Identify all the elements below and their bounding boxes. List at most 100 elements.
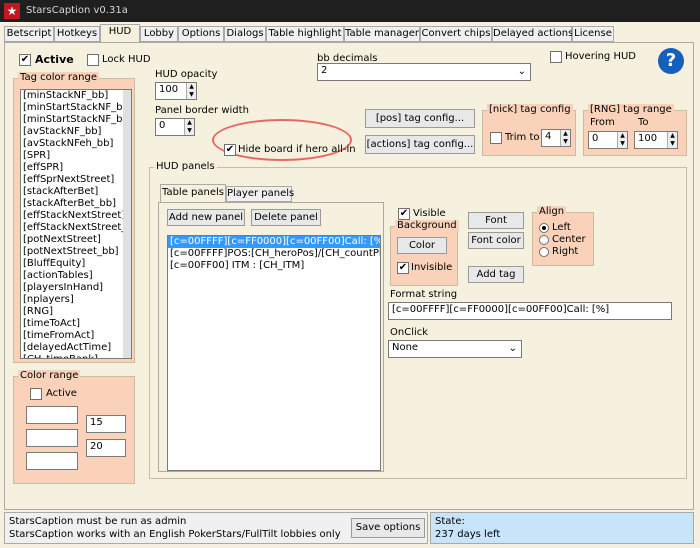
color-swatch-1[interactable] [26, 406, 78, 424]
hud-opacity-spinner-icon[interactable]: ▲ ▼ [186, 83, 196, 99]
rng-to-label: To [638, 117, 649, 128]
align-left-label: Left [552, 222, 571, 233]
bb-decimals-select[interactable]: 2 ⌄ [317, 63, 531, 81]
align-center-label: Center [552, 234, 586, 245]
tag-list-item[interactable]: [stackAfterBet_bb] [21, 198, 131, 210]
tab-table-highlight[interactable]: Table highlight [266, 26, 344, 42]
invisible-checkbox[interactable]: ✔ [397, 262, 409, 274]
rng-from-label: From [590, 117, 615, 128]
tag-list-item[interactable]: [playersInHand] [21, 282, 131, 294]
active-label: Active [35, 53, 74, 66]
tag-list-scrollbar[interactable] [123, 90, 131, 358]
tab-betscript[interactable]: Betscript [4, 26, 54, 42]
nick-tag-config-label: [nick] tag config [487, 104, 573, 115]
delete-panel-button[interactable]: Delete panel [251, 209, 321, 226]
active-checkbox[interactable]: ✔ [19, 54, 31, 66]
tab-license[interactable]: License [572, 26, 614, 42]
tab-player-panels[interactable]: Player panels [226, 186, 294, 202]
background-label: Background [395, 220, 459, 231]
font-button[interactable]: Font [468, 212, 524, 229]
align-center-radio[interactable] [539, 235, 549, 245]
panel-list[interactable]: [c=00FFFF][c=FF0000][c=00FF00]Call: [%] … [167, 235, 381, 471]
hud-tab-content: ✔ Active Lock HUD Tag color range [minSt… [4, 42, 694, 510]
align-left-radio[interactable] [539, 223, 549, 233]
tag-list-item[interactable]: [effStackNextStreet_b [21, 222, 131, 234]
format-string-input[interactable]: [c=00FFFF][c=FF0000][c=00FF00]Call: [%] [388, 302, 672, 320]
rng-from-spinner-icon[interactable]: ▲ ▼ [617, 132, 627, 148]
hud-opacity-input[interactable]: 100 ▲ ▼ [155, 82, 197, 100]
tag-list-item[interactable]: [potNextStreet_bb] [21, 246, 131, 258]
color-swatch-2[interactable] [26, 429, 78, 447]
tag-list-item[interactable]: [actionTables] [21, 270, 131, 282]
font-color-button[interactable]: Font color [468, 232, 524, 249]
save-options-button[interactable]: Save options [351, 518, 425, 538]
tab-delayed-actions[interactable]: Delayed actions [492, 26, 573, 42]
tag-list-item[interactable]: [timeToAct] [21, 318, 131, 330]
tag-list-item[interactable]: [minStartStackNF_bb] [21, 102, 131, 114]
color-range-active-checkbox[interactable] [30, 388, 42, 400]
onclick-select[interactable]: None ⌄ [388, 340, 522, 358]
format-string-label: Format string [390, 289, 458, 300]
tag-list-item[interactable]: [effSPR] [21, 162, 131, 174]
tab-lobby[interactable]: Lobby [140, 26, 178, 42]
hide-board-checkbox[interactable]: ✔ [224, 144, 236, 156]
tag-list-item[interactable]: [avStackNF_bb] [21, 126, 131, 138]
tab-options[interactable]: Options [178, 26, 224, 42]
align-right-radio[interactable] [539, 247, 549, 257]
background-group: Background Color ✔ Invisible [390, 220, 459, 286]
tag-list-item[interactable]: [effSprNextStreet] [21, 174, 131, 186]
chevron-down-icon: ⌄ [517, 66, 526, 77]
visible-checkbox[interactable]: ✔ [398, 208, 410, 220]
color-button[interactable]: Color [397, 237, 447, 254]
trim-to-spinner-icon[interactable]: ▲ ▼ [560, 130, 570, 146]
rng-from-input[interactable]: 0 ▲ ▼ [588, 131, 628, 149]
tag-list-item[interactable]: [avStackNFeh_bb] [21, 138, 131, 150]
tag-list-item[interactable]: [minStartStackNF_bb+ [21, 114, 131, 126]
tag-list-item[interactable]: [delayedActTime] [21, 342, 131, 354]
color-range-value-1[interactable]: 15 [86, 415, 126, 433]
tab-hud[interactable]: HUD [100, 24, 140, 43]
actions-tag-config-button[interactable]: [actions] tag config... [365, 135, 475, 154]
tag-list-item[interactable]: [SPR] [21, 150, 131, 162]
rng-to-spinner-icon[interactable]: ▲ ▼ [667, 132, 677, 148]
tag-list-item[interactable]: [minStackNF_bb] [21, 90, 131, 102]
tab-table-panels[interactable]: Table panels [160, 184, 226, 202]
help-icon[interactable]: ? [658, 48, 684, 74]
tab-convert-chips[interactable]: Convert chips [420, 26, 492, 42]
tab-dialogs[interactable]: Dialogs [224, 26, 266, 42]
trim-to-checkbox[interactable] [490, 132, 502, 144]
lock-hud-checkbox[interactable] [87, 54, 99, 66]
state-label: State: [435, 516, 465, 527]
rng-tag-range-label: [RNG] tag range [588, 104, 674, 115]
tag-list-item[interactable]: [stackAfterBet] [21, 186, 131, 198]
lock-hud-label: Lock HUD [102, 54, 151, 65]
tag-list-item[interactable]: [potNextStreet] [21, 234, 131, 246]
add-new-panel-button[interactable]: Add new panel [167, 209, 245, 226]
add-tag-button[interactable]: Add tag [468, 266, 524, 283]
tag-list-item[interactable]: [RNG] [21, 306, 131, 318]
panel-list-item-selected[interactable]: [c=00FFFF][c=FF0000][c=00FF00]Call: [%] [168, 236, 380, 248]
align-right-label: Right [552, 246, 579, 257]
color-range-value-2[interactable]: 20 [86, 439, 126, 457]
color-swatch-3[interactable] [26, 452, 78, 470]
panel-border-width-input[interactable]: 0 ▲ ▼ [155, 118, 195, 136]
panel-list-item[interactable]: [c=00FFFF]POS:[CH_heroPos]/[CH_countPlay… [168, 248, 380, 260]
tag-list-item[interactable]: [effStackNextStreet] [21, 210, 131, 222]
tag-list-item[interactable]: [CH_timeBank] [21, 354, 131, 358]
trim-to-input[interactable]: 4 ▲ ▼ [541, 129, 571, 147]
bb-decimals-value: 2 [321, 65, 328, 76]
rng-to-input[interactable]: 100 ▲ ▼ [634, 131, 678, 149]
pos-tag-config-button[interactable]: [pos] tag config... [365, 109, 475, 128]
onclick-value: None [392, 342, 419, 353]
panel-list-item[interactable]: [c=00FF00] ITM : [CH_ITM] [168, 260, 380, 272]
tab-hotkeys[interactable]: Hotkeys [54, 26, 100, 42]
state-panel: State: 237 days left [430, 512, 694, 544]
tag-list[interactable]: [minStackNF_bb] [minStartStackNF_bb] [minS… [20, 89, 132, 359]
panel-border-spinner-icon[interactable]: ▲ ▼ [184, 119, 194, 135]
tab-table-manager[interactable]: Table manager [344, 26, 420, 42]
tag-list-item[interactable]: [timeFromAct] [21, 330, 131, 342]
tag-list-item[interactable]: [nplayers] [21, 294, 131, 306]
tag-list-item[interactable]: [BluffEquity] [21, 258, 131, 270]
hovering-hud-checkbox[interactable] [550, 51, 562, 63]
status-bar: StarsCaption must be run as admin StarsC… [4, 512, 428, 544]
